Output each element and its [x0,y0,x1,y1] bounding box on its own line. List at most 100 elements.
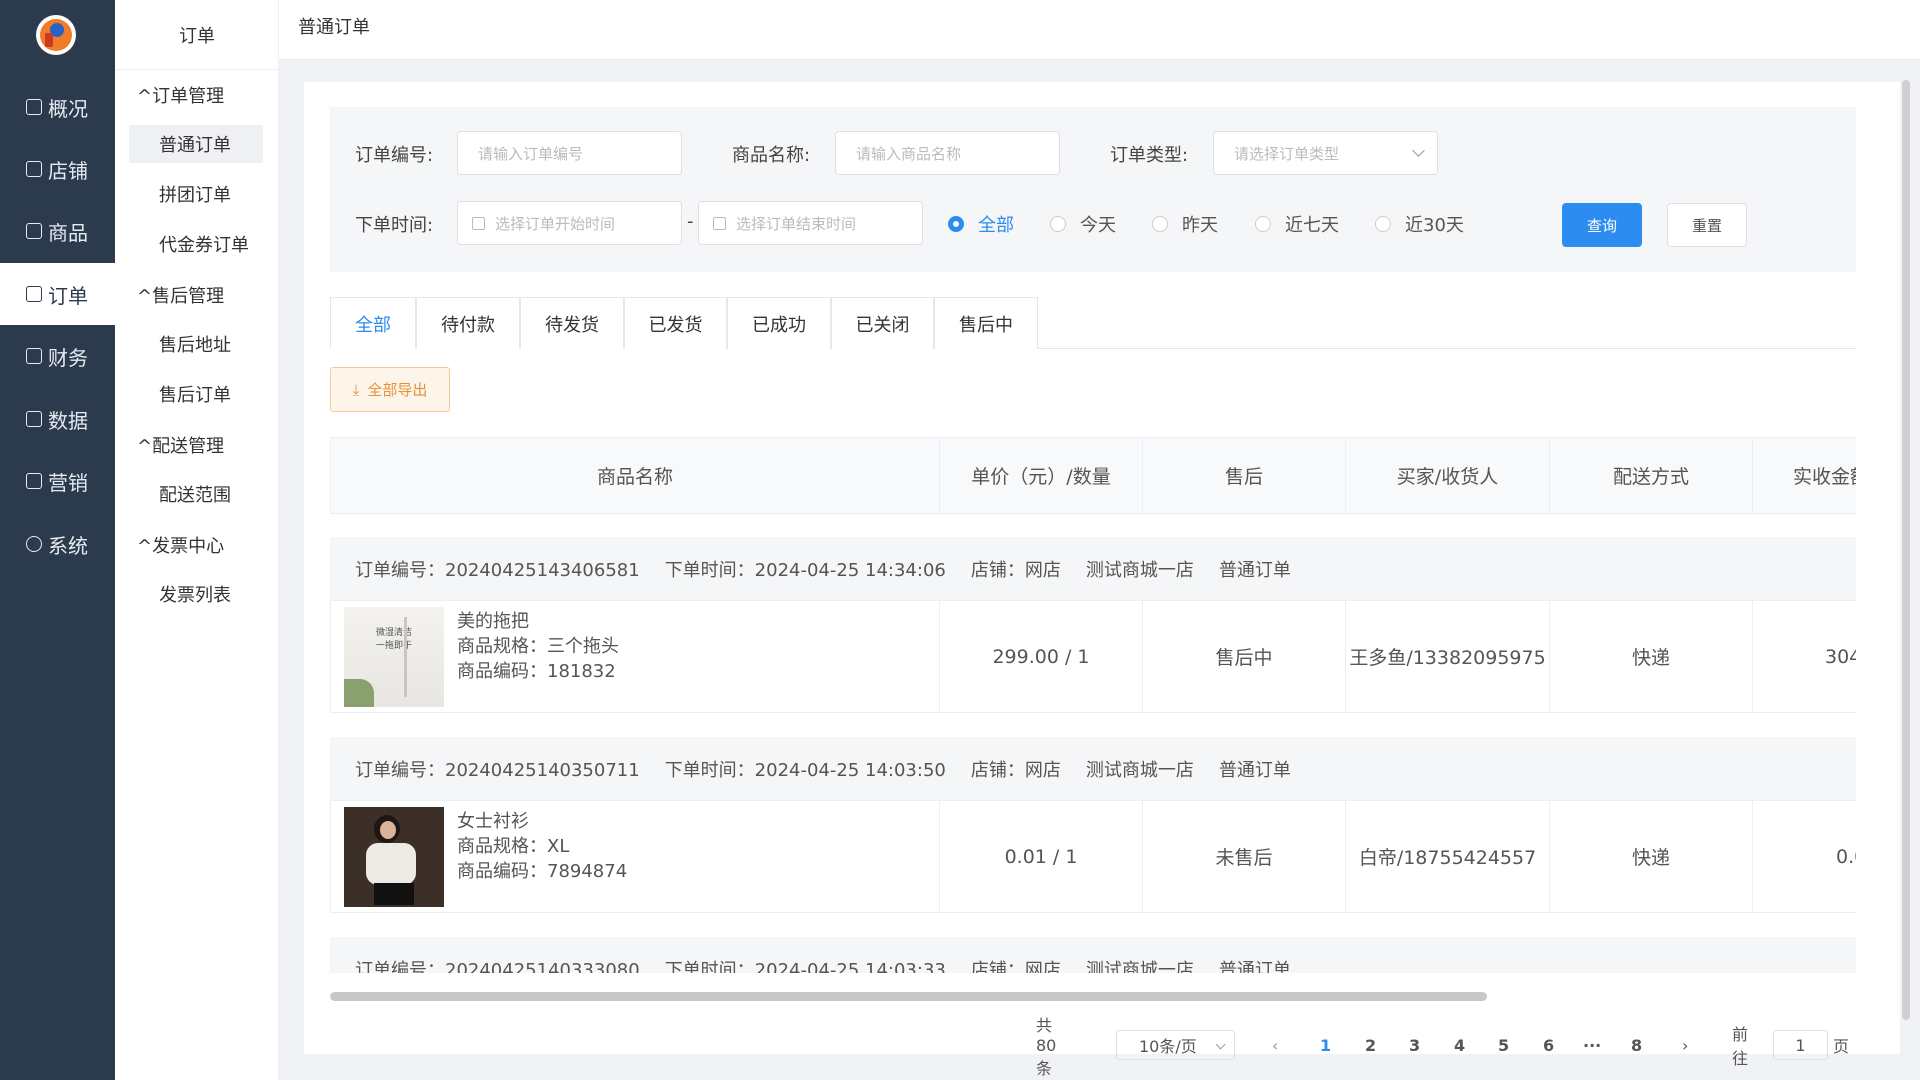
order-type-select[interactable]: 请选择订单类型 [1213,131,1438,175]
nav-item-label: 概况 [48,96,88,121]
horizontal-scrollbar[interactable] [330,992,1487,1001]
chevron-up-icon: ^ [137,436,153,457]
product-image-mop[interactable]: 微湿清洁 一拖即干 [344,607,444,707]
subnav-item-after-sales-order[interactable]: 售后订单 [129,375,263,413]
grid-icon [26,223,42,239]
tab-after-sales[interactable]: 售后中 [934,297,1038,349]
product-code: 商品编码：7894874 [457,861,628,882]
goods-name-input[interactable]: 请输入商品名称 [835,131,1060,175]
amount: 304 [1753,601,1856,712]
nav-item-orders[interactable]: 订单 [0,263,115,325]
subnav-group-order-management[interactable]: ^订单管理 [137,82,224,108]
product-code: 商品编码：181832 [457,661,616,682]
subnav-item-delivery-range[interactable]: 配送范围 [129,475,263,513]
subnav-item-after-sales-address[interactable]: 售后地址 [129,325,263,363]
orders-table: 商品名称 单价（元）/数量 售后 买家/收货人 配送方式 实收金额 订单编号：2… [330,437,1856,973]
subnav-item-normal-order[interactable]: 普通订单 [129,125,263,163]
subnav-group-invoice[interactable]: ^发票中心 [137,532,224,558]
reset-button[interactable]: 重置 [1667,203,1747,247]
amount: 0.0 [1753,801,1856,912]
page-number[interactable]: 3 [1409,1030,1420,1060]
nav-item-marketing[interactable]: 营销 [0,450,115,512]
nav-item-data[interactable]: 数据 [0,388,115,450]
page-number[interactable]: 1 [1320,1030,1331,1060]
chevron-left-icon: ‹ [1272,1035,1279,1055]
page-size-select[interactable]: 10条/页 [1116,1030,1235,1060]
query-button[interactable]: 查询 [1562,203,1642,247]
subnav-item-voucher-order[interactable]: 代金券订单 [129,225,263,263]
tab-pending-shipment[interactable]: 待发货 [520,297,624,349]
radio-yesterday[interactable]: 昨天 [1152,211,1218,237]
nav-item-finance[interactable]: 财务 [0,325,115,387]
tab-all[interactable]: 全部 [330,297,416,349]
order-icon [26,286,42,302]
column-header: 单价（元）/数量 [940,438,1143,513]
chevron-down-icon [1412,144,1425,157]
tab-closed[interactable]: 已关闭 [831,297,934,349]
vertical-scrollbar[interactable] [1902,80,1910,1020]
order-time-label: 下单时间: [355,215,434,236]
filter-panel: 订单编号: 请输入订单编号 商品名称: 请输入商品名称 订单类型: 请选择订单类… [330,107,1856,272]
product-name: 女士衬衫 [457,811,529,832]
chevron-up-icon: ^ [137,86,153,107]
next-page-button[interactable]: › [1682,1030,1688,1060]
order-header: 订单编号：20240425140333080 下单时间：2024-04-25 1… [330,937,1856,973]
radio-all[interactable]: 全部 [948,211,1014,237]
gear-icon [26,536,42,552]
nav-item-store[interactable]: 店铺 [0,138,115,200]
order-shop: 测试商城一店 [1085,959,1194,974]
chevron-down-icon [1215,1039,1226,1050]
radio-last-7-days[interactable]: 近七天 [1255,211,1339,237]
order-number: 订单编号：20240425140333080 [355,959,640,974]
subnav-item-group-order[interactable]: 拼团订单 [129,175,263,213]
column-header: 买家/收货人 [1346,438,1550,513]
order-type: 普通订单 [1218,559,1291,581]
export-label: 全部导出 [367,381,428,399]
nav-item-label: 商品 [48,220,88,245]
goto-label: 前往 [1732,1025,1749,1068]
status-tabs: 全部 待付款 待发货 已发货 已成功 已关闭 售后中 [330,297,1856,349]
page-number[interactable]: 5 [1498,1030,1509,1060]
page-number[interactable]: 4 [1454,1030,1465,1060]
order-store: 店铺：网店 [970,759,1061,781]
download-icon: ⤓ [352,380,360,399]
goto-page-input[interactable]: 1 [1773,1030,1828,1060]
page-number[interactable]: 2 [1365,1030,1376,1060]
nav-item-label: 财务 [48,345,88,370]
tab-succeeded[interactable]: 已成功 [727,297,831,349]
nav-item-system[interactable]: 系统 [0,513,115,575]
chart-icon [26,411,42,427]
main-sidebar: 概况 店铺 商品 订单 财务 数据 营销 系统 [0,0,115,1080]
nav-item-goods[interactable]: 商品 [0,200,115,262]
end-date-input[interactable]: 选择订单结束时间 [698,201,923,245]
page-number[interactable]: 6 [1543,1030,1554,1060]
radio-today[interactable]: 今天 [1050,211,1116,237]
goods-name-label: 商品名称: [732,145,811,166]
total-count: 共 80 条 [1036,1016,1057,1078]
table-header: 商品名称 单价（元）/数量 售后 买家/收货人 配送方式 实收金额 [330,437,1856,514]
nav-item-label: 营销 [48,470,88,495]
page-ellipsis[interactable]: ··· [1583,1030,1601,1060]
subnav-item-invoice-list[interactable]: 发票列表 [129,575,263,613]
nav-item-overview[interactable]: 概况 [0,76,115,138]
subnav-group-delivery[interactable]: ^配送管理 [137,432,224,458]
column-header: 商品名称 [331,438,940,513]
product-spec: 商品规格：三个拖头 [457,636,619,657]
tab-shipped[interactable]: 已发货 [624,297,727,349]
sub-sidebar: 订单 ^订单管理 普通订单 拼团订单 代金券订单 ^售后管理 售后地址 售后订单… [115,0,279,1080]
delivery-method: 快递 [1550,601,1753,712]
page-number[interactable]: 8 [1631,1030,1642,1060]
product-image-blouse[interactable] [344,807,444,907]
end-date-placeholder: 选择订单结束时间 [736,214,857,233]
start-date-input[interactable]: 选择订单开始时间 [457,201,682,245]
date-separator: - [687,211,694,232]
export-all-button[interactable]: ⤓ 全部导出 [330,367,450,412]
order-type-label: 订单类型: [1110,145,1189,166]
order-no-input[interactable]: 请输入订单编号 [457,131,682,175]
subnav-group-after-sales[interactable]: ^售后管理 [137,282,224,308]
product-name: 美的拖把 [457,611,529,632]
tab-pending-payment[interactable]: 待付款 [416,297,520,349]
radio-last-30-days[interactable]: 近30天 [1375,211,1464,237]
prev-page-button[interactable]: ‹ [1272,1030,1278,1060]
app-logo[interactable] [36,15,76,55]
